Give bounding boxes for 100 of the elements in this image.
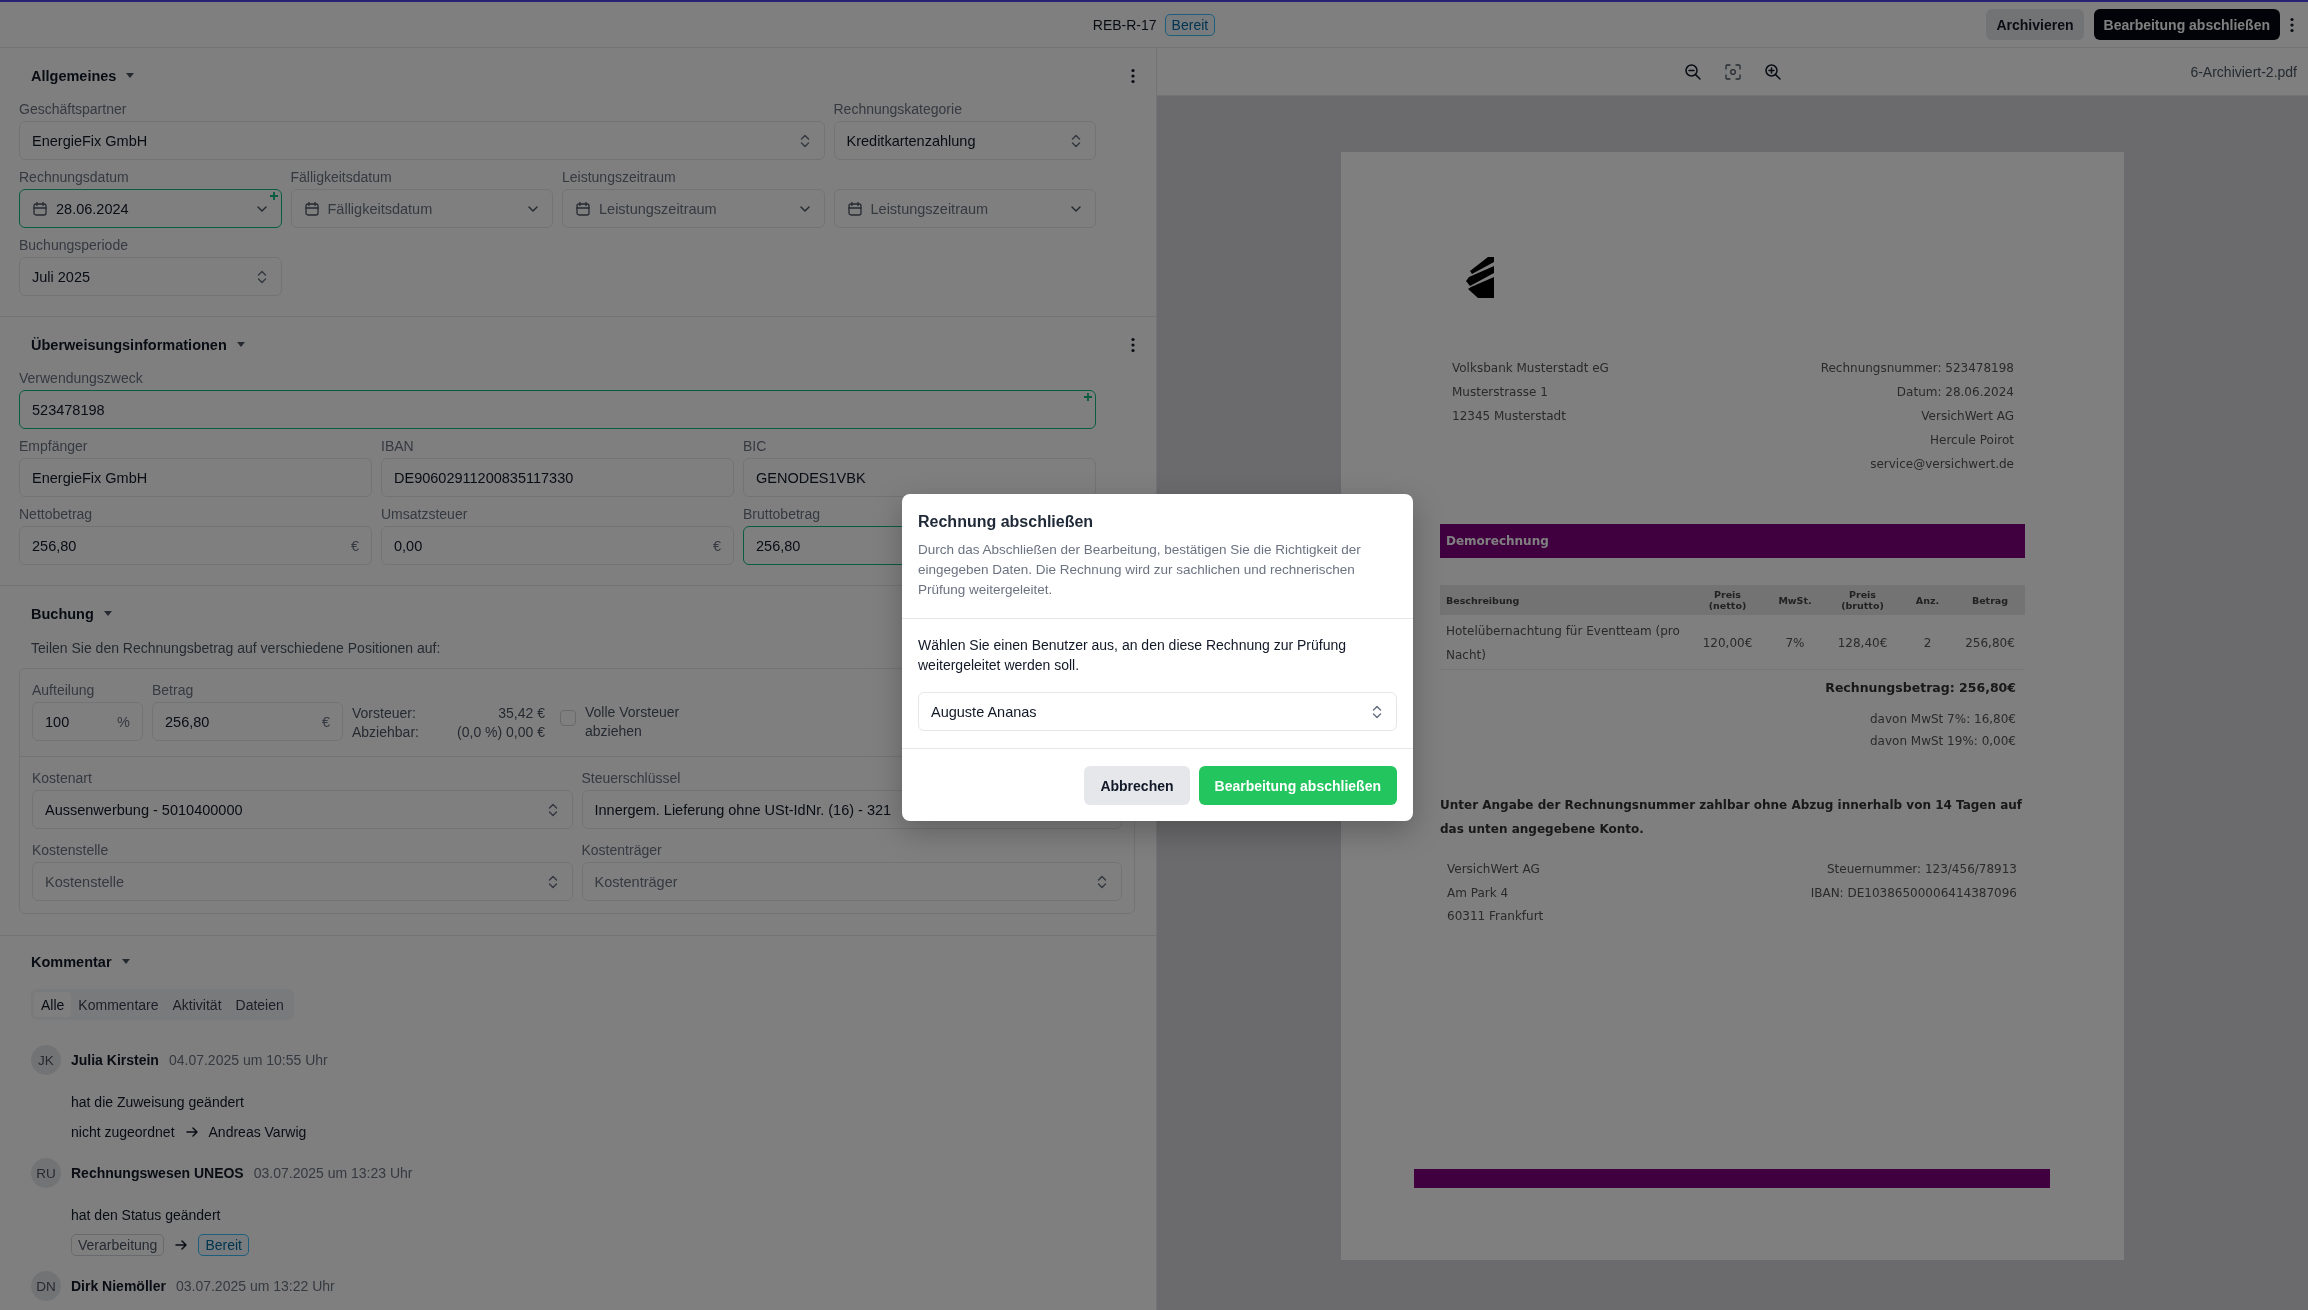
author-name: Rechnungswesen UNEOS <box>71 1165 244 1181</box>
field-label: Rechnungskategorie <box>833 100 962 118</box>
status-badge: Bereit <box>198 1234 249 1256</box>
tab[interactable]: Dateien <box>228 992 291 1017</box>
input-field[interactable]: 0,00 € <box>381 526 734 565</box>
tax-value: 35,42 € <box>497 704 545 723</box>
tab[interactable]: Kommentare <box>71 992 166 1017</box>
activity-text: hat den Status geändert <box>71 1206 222 1225</box>
address-line: Volksbank Musterstadt eG <box>1452 360 1609 377</box>
status-badge: Verarbeitung <box>71 1234 165 1256</box>
input-field[interactable]: DE90602911200835117330 <box>381 458 734 497</box>
arrow-right-icon <box>174 1238 189 1252</box>
table-cell: 120,00€ <box>1690 615 1765 670</box>
section-title: Allgemeines <box>31 68 117 84</box>
plus-icon <box>269 192 278 200</box>
table-cell: 256,80€ <box>1955 615 2025 670</box>
address-line: 60311 Frankfurt <box>1447 908 1544 925</box>
caret-down-icon[interactable] <box>126 73 135 79</box>
layered-logo-icon <box>1464 257 1494 298</box>
column-header: Beschreibung <box>1440 585 1690 615</box>
bank-info-line: IBAN: DE10386500006414387096 <box>1810 884 2017 902</box>
zoom-in-icon[interactable] <box>1763 62 1782 81</box>
field-label: Aufteilung <box>32 681 95 699</box>
date-field[interactable]: Fälligkeitsdatum <box>290 189 553 228</box>
more-icon[interactable] <box>2290 16 2294 33</box>
field-label: Kostenträger <box>581 841 662 859</box>
payment-note: Unter Angabe der Rechnungsnummer zahlbar ohne Abzug innerhalb von 14 Tagen auf das unten angegebene Konto. <box>1440 797 2024 838</box>
field-label: Verwendungszweck <box>19 369 143 387</box>
calendar-icon <box>575 200 591 217</box>
focus-frame-icon[interactable] <box>1723 62 1742 81</box>
input-field[interactable]: 100 % <box>32 702 143 741</box>
field-label: Betrag <box>152 681 194 699</box>
avatar: DN <box>31 1271 61 1301</box>
select-field[interactable]: Juli 2025 <box>19 257 282 296</box>
table-cell: 2 <box>1900 615 1955 670</box>
status-badge: Bereit <box>1164 13 1216 36</box>
tax-label: Abziehbar: <box>352 723 420 742</box>
section-title: Überweisungsinformationen <box>31 337 227 353</box>
select-field[interactable]: Auguste Ananas <box>918 692 1397 731</box>
timestamp: 04.07.2025 um 10:55 Uhr <box>168 1052 328 1068</box>
more-icon[interactable] <box>1131 68 1135 84</box>
date-field[interactable]: Leistungszeitraum <box>833 189 1096 228</box>
bank-info-line: Steuernummer: 123/456/78913 <box>1825 861 2017 878</box>
table-cell: 7% <box>1765 615 1825 670</box>
chevron-up-down-icon <box>1069 132 1083 149</box>
tax-value: (0,0 %) 0,00 € <box>456 723 545 742</box>
calendar-icon <box>846 200 863 217</box>
address-line: 12345 Musterstadt <box>1452 408 1567 425</box>
calendar-icon <box>32 200 48 217</box>
column-header: Preis (brutto) <box>1825 585 1900 615</box>
address-line: Am Park 4 <box>1447 884 1510 902</box>
dialog-prompt: Wählen Sie einen Benutzer aus, an den diese Rechnung zur Prüfung weitergeleitet werden soll. <box>918 636 1348 675</box>
column-header: Betrag <box>1955 585 2025 615</box>
more-icon[interactable] <box>1131 337 1135 353</box>
calendar-icon <box>303 200 320 217</box>
caret-down-icon[interactable] <box>121 959 130 965</box>
caret-down-icon[interactable] <box>103 611 112 617</box>
previous-value: nicht zugeordnet <box>71 1124 175 1140</box>
checkbox-label: Volle Vorsteuer abziehen <box>585 703 681 741</box>
cancel-button[interactable]: Abbrechen <box>1084 766 1190 805</box>
caret-down-icon[interactable] <box>236 342 245 348</box>
select-field[interactable]: Kostenstelle <box>32 862 573 901</box>
record-title: REB-R-17 <box>1092 16 1157 33</box>
section-title: Kommentar <box>31 954 112 970</box>
select-field[interactable]: Kreditkartenzahlung <box>833 121 1096 160</box>
field-label: Umsatzsteuer <box>381 505 468 523</box>
select-field[interactable]: EnergieFix GmbH <box>19 121 825 160</box>
input-field[interactable]: 256,80 € <box>19 526 372 565</box>
tax-line: davon MwSt 7%: 16,80€ <box>1869 712 2016 726</box>
author-name: Dirk Niemöller <box>71 1278 166 1294</box>
field-label: Kostenart <box>32 769 92 787</box>
field-label: BIC <box>743 437 767 455</box>
invoice-info-line: Datum: 28.06.2024 <box>1895 384 2014 401</box>
author-name: Julia Kirstein <box>71 1052 159 1068</box>
input-field[interactable]: EnergieFix GmbH <box>19 458 372 497</box>
date-field[interactable]: 28.06.2024 <box>19 189 282 228</box>
column-header: Anz. <box>1900 585 1955 615</box>
select-field[interactable]: Kostenträger <box>581 862 1122 901</box>
invoice-info-line: Rechnungsnummer: 523478198 <box>1820 360 2014 377</box>
field-label: Bruttobetrag <box>743 505 821 523</box>
chevron-up-down-icon <box>1370 703 1384 720</box>
archive-button[interactable]: Archivieren <box>1986 9 2084 40</box>
input-field[interactable]: GENODES1VBK <box>743 458 1096 497</box>
invoice-info-line: service@versichwert.de <box>1869 456 2014 473</box>
tab[interactable]: Aktivität <box>165 992 229 1017</box>
section-title: Buchung <box>31 606 94 622</box>
invoice-info-line: Hercule Poirot <box>1929 432 2014 449</box>
input-field[interactable]: 256,80 € <box>152 702 343 741</box>
date-field[interactable]: Leistungszeitraum <box>562 189 825 228</box>
field-label: Leistungszeitraum <box>562 168 676 186</box>
zoom-out-icon[interactable] <box>1683 62 1702 81</box>
table-cell: Hotelübernachtung für Eventteam (pro Nacht) <box>1440 615 1690 670</box>
table-cell: 128,40€ <box>1825 615 1900 670</box>
tab[interactable]: Alle <box>34 992 72 1017</box>
input-field[interactable]: 523478198 <box>19 390 1096 429</box>
finish-button[interactable]: Bearbeitung abschließen <box>2093 9 2280 40</box>
select-field[interactable]: Aussenwerbung - 5010400000 <box>32 790 573 829</box>
address-line: VersichWert AG <box>1447 861 1541 878</box>
field-label: IBAN <box>381 437 414 455</box>
section-hint: Teilen Sie den Rechnungsbetrag auf verschiedene Positionen auf: <box>31 639 441 658</box>
